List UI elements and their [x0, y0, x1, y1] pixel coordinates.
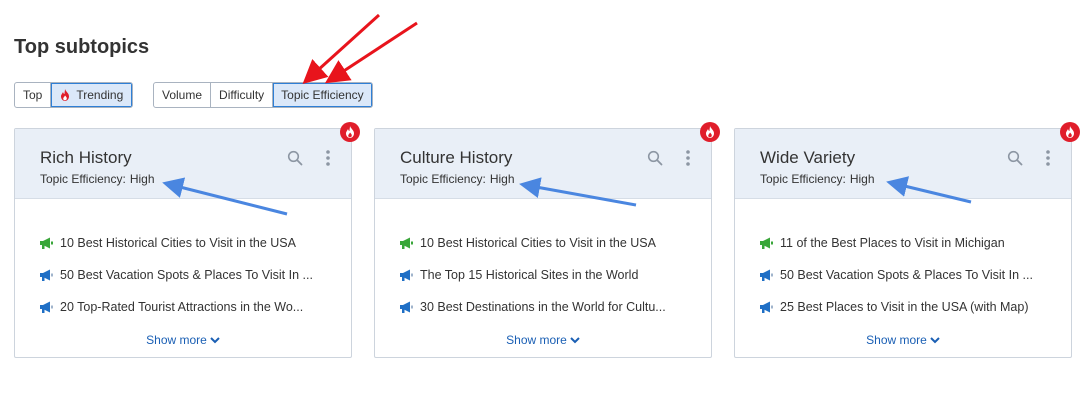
megaphone-blue-icon [400, 269, 413, 281]
list-item[interactable]: 20 Top-Rated Tourist Attractions in the … [39, 291, 313, 323]
flame-icon [706, 126, 714, 138]
card-header: Rich History Topic Efficiency: High [15, 129, 351, 199]
list-item[interactable]: 25 Best Places to Visit in the USA (with… [759, 291, 1033, 323]
subtopic-card: Wide Variety Topic Efficiency: High 11 of… [734, 122, 1080, 358]
subtopic-card: Culture History Topic Efficiency: High 10… [374, 122, 720, 358]
megaphone-blue-icon [40, 269, 53, 281]
show-more-label: Show more [146, 333, 207, 347]
article-title: 50 Best Vacation Spots & Places To Visit… [780, 268, 1033, 282]
efficiency-label: Topic Efficiency: [400, 172, 486, 186]
flame-icon [1066, 126, 1074, 138]
megaphone-green-icon [40, 237, 53, 249]
tab-volume-label: Volume [162, 88, 203, 102]
tab-top[interactable]: Top [15, 83, 52, 107]
article-title: 20 Top-Rated Tourist Attractions in the … [60, 300, 304, 314]
efficiency-value: High [489, 172, 515, 186]
more-options-icon[interactable] [1045, 149, 1051, 167]
article-title: 10 Best Historical Cities to Visit in th… [420, 236, 656, 250]
chevron-down-icon [570, 337, 580, 344]
efficiency-label: Topic Efficiency: [760, 172, 846, 186]
article-title: 30 Best Destinations in the World for Cu… [420, 300, 666, 314]
megaphone-green-icon [400, 237, 413, 249]
list-item[interactable]: 10 Best Historical Cities to Visit in th… [399, 227, 666, 259]
article-title: 10 Best Historical Cities to Visit in th… [60, 236, 296, 250]
more-options-icon[interactable] [685, 149, 691, 167]
megaphone-blue-icon [400, 301, 413, 313]
efficiency-label: Topic Efficiency: [40, 172, 126, 186]
tab-topic-efficiency[interactable]: Topic Efficiency [273, 83, 372, 107]
red-arrow-annotation [324, 21, 418, 84]
article-title: The Top 15 Historical Sites in the World [420, 268, 639, 282]
subtopic-card: Rich History Topic Efficiency: High 10 Be… [14, 122, 360, 358]
flame-icon [346, 126, 354, 138]
metric-toggle: Volume Difficulty Topic Efficiency [153, 82, 373, 108]
card-title: Rich History [40, 148, 132, 167]
article-title: 11 of the Best Places to Visit in Michig… [780, 236, 1005, 250]
search-icon[interactable] [1007, 150, 1023, 166]
show-more-label: Show more [866, 333, 927, 347]
megaphone-green-icon [760, 237, 773, 249]
show-more-link[interactable]: Show more [735, 333, 1071, 347]
red-arrow-annotation [302, 13, 381, 85]
card-article-list: 11 of the Best Places to Visit in Michig… [759, 227, 1033, 323]
article-title: 25 Best Places to Visit in the USA (with… [780, 300, 1029, 314]
show-more-label: Show more [506, 333, 567, 347]
trending-badge [1060, 122, 1080, 142]
card-title: Culture History [400, 148, 513, 167]
page-title: Top subtopics [14, 36, 150, 58]
card-title: Wide Variety [760, 148, 856, 167]
list-item[interactable]: 30 Best Destinations in the World for Cu… [399, 291, 666, 323]
chevron-down-icon [930, 337, 940, 344]
card-header: Wide Variety Topic Efficiency: High [735, 129, 1071, 199]
card-efficiency: Topic Efficiency: High [760, 172, 875, 186]
card-article-list: 10 Best Historical Cities to Visit in th… [39, 227, 313, 323]
show-more-link[interactable]: Show more [375, 333, 711, 347]
efficiency-value: High [849, 172, 875, 186]
trending-badge [700, 122, 720, 142]
search-icon[interactable] [287, 150, 303, 166]
flame-icon [61, 89, 70, 101]
tab-difficulty-label: Difficulty [219, 88, 265, 102]
list-item[interactable]: The Top 15 Historical Sites in the World [399, 259, 666, 291]
card-efficiency: Topic Efficiency: High [400, 172, 515, 186]
list-item[interactable]: 11 of the Best Places to Visit in Michig… [759, 227, 1033, 259]
megaphone-blue-icon [760, 301, 773, 313]
tab-trending-label: Trending [76, 88, 124, 102]
efficiency-value: High [129, 172, 155, 186]
list-item[interactable]: 50 Best Vacation Spots & Places To Visit… [39, 259, 313, 291]
tab-volume[interactable]: Volume [154, 83, 212, 107]
more-options-icon[interactable] [325, 149, 331, 167]
chevron-down-icon [210, 337, 220, 344]
tab-topic-efficiency-label: Topic Efficiency [281, 88, 364, 102]
tab-top-label: Top [23, 88, 43, 102]
tab-difficulty[interactable]: Difficulty [211, 83, 274, 107]
megaphone-blue-icon [40, 301, 53, 313]
list-item[interactable]: 10 Best Historical Cities to Visit in th… [39, 227, 313, 259]
article-title: 50 Best Vacation Spots & Places To Visit… [60, 268, 313, 282]
show-more-link[interactable]: Show more [15, 333, 351, 347]
megaphone-blue-icon [760, 269, 773, 281]
list-item[interactable]: 50 Best Vacation Spots & Places To Visit… [759, 259, 1033, 291]
search-icon[interactable] [647, 150, 663, 166]
card-article-list: 10 Best Historical Cities to Visit in th… [399, 227, 666, 323]
tab-trending[interactable]: Trending [51, 83, 133, 107]
sort-toggle: Top Trending [14, 82, 134, 108]
card-efficiency: Topic Efficiency: High [40, 172, 155, 186]
trending-badge [340, 122, 360, 142]
card-header: Culture History Topic Efficiency: High [375, 129, 711, 199]
